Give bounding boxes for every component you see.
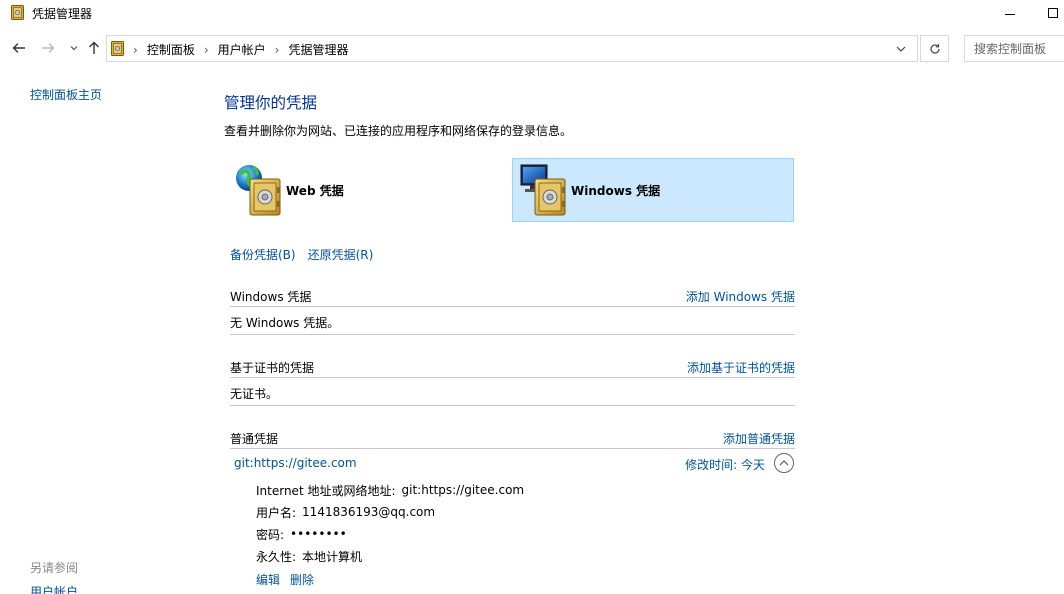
- up-button[interactable]: [84, 38, 104, 58]
- username-label: 用户名:: [256, 505, 297, 520]
- chevron-down-icon: [896, 46, 906, 52]
- arrow-left-icon: [12, 43, 25, 53]
- certificate-credentials-section: 基于证书的凭据 添加基于证书的凭据 无证书。: [230, 356, 795, 406]
- control-panel-home-link[interactable]: 控制面板主页: [30, 86, 102, 103]
- no-windows-credentials-text: 无 Windows 凭据。: [230, 316, 340, 330]
- credential-entry-name[interactable]: git:https://gitee.com: [234, 456, 357, 470]
- certificate-credentials-heading: 基于证书的凭据: [230, 361, 315, 375]
- breadcrumb-control-panel[interactable]: 控制面板: [147, 41, 195, 58]
- add-generic-credential-link[interactable]: 添加普通凭据: [723, 430, 795, 447]
- window-title: 凭据管理器: [32, 7, 93, 21]
- add-certificate-credential-link[interactable]: 添加基于证书的凭据: [687, 359, 795, 376]
- address-value: git:https://gitee.com: [401, 483, 525, 497]
- address-label: Internet 地址或网络地址:: [256, 483, 396, 498]
- password-label: 密码:: [256, 527, 285, 542]
- section-body: 无证书。: [230, 378, 795, 406]
- username-row: 用户名: 1141836193@qq.com: [256, 501, 795, 523]
- address-history-button[interactable]: [891, 40, 911, 58]
- section-header: 基于证书的凭据 添加基于证书的凭据: [230, 356, 795, 378]
- arrow-up-icon: [89, 41, 99, 54]
- arrow-right-icon: [42, 43, 55, 53]
- windows-vault-icon: [519, 161, 569, 219]
- web-vault-icon: [234, 161, 284, 219]
- forward-button[interactable]: [38, 38, 58, 58]
- username-value: 1141836193@qq.com: [302, 505, 436, 519]
- see-also-heading: 另请参阅: [30, 561, 79, 575]
- section-body: 无 Windows 凭据。: [230, 307, 795, 335]
- credential-actions: 编辑 删除: [256, 571, 795, 588]
- address-bar[interactable]: › 控制面板 › 用户帐户 › 凭据管理器: [106, 35, 918, 62]
- no-certificates-text: 无证书。: [230, 387, 279, 401]
- maximize-button[interactable]: [1038, 0, 1064, 26]
- left-sidebar: 控制面板主页 另请参阅 用户帐户: [0, 70, 205, 594]
- minimize-icon: [1005, 13, 1015, 15]
- refresh-icon: [929, 43, 940, 54]
- chevron-right-icon[interactable]: ›: [275, 43, 280, 57]
- section-header: 普通凭据 添加普通凭据: [230, 427, 795, 449]
- chevron-up-icon: [779, 460, 789, 466]
- maximize-icon: [1048, 8, 1058, 18]
- windows-credentials-label: Windows 凭据: [571, 183, 661, 198]
- page-title: 管理你的凭据: [224, 94, 318, 112]
- breadcrumb-user-accounts[interactable]: 用户帐户: [218, 41, 266, 58]
- password-value: ••••••••: [290, 527, 347, 541]
- search-box[interactable]: [964, 35, 1064, 62]
- page-description: 查看并删除你为网站、已连接的应用程序和网络保存的登录信息。: [224, 124, 573, 138]
- generic-credentials-section: 普通凭据 添加普通凭据 git:https://gitee.com 修改时间: …: [230, 427, 795, 588]
- credential-modified-time: 修改时间: 今天: [685, 456, 765, 473]
- delete-credential-link[interactable]: 删除: [290, 571, 314, 588]
- windows-credentials-section: Windows 凭据 添加 Windows 凭据 无 Windows 凭据。: [230, 285, 795, 335]
- persistence-label: 永久性:: [256, 549, 297, 564]
- modified-label: 修改时间:: [685, 458, 738, 472]
- breadcrumb-credential-manager[interactable]: 凭据管理器: [288, 41, 348, 58]
- chevron-right-icon: ›: [133, 42, 138, 57]
- windows-credentials-tab[interactable]: Windows 凭据: [512, 158, 794, 222]
- edit-credential-link[interactable]: 编辑: [256, 571, 280, 588]
- windows-credentials-heading: Windows 凭据: [230, 290, 312, 304]
- chevron-down-icon: [70, 46, 78, 51]
- collapse-entry-button[interactable]: [774, 453, 794, 473]
- generic-credentials-heading: 普通凭据: [230, 432, 279, 446]
- chevron-right-icon[interactable]: ›: [204, 43, 209, 57]
- persistence-value: 本地计算机: [302, 549, 363, 564]
- recent-locations-button[interactable]: [64, 38, 84, 58]
- user-accounts-link[interactable]: 用户帐户: [30, 583, 78, 594]
- persistence-row: 永久性: 本地计算机: [256, 545, 795, 567]
- breadcrumb: › 控制面板 › 用户帐户 › 凭据管理器: [133, 41, 348, 58]
- credential-details: Internet 地址或网络地址: git:https://gitee.com …: [230, 473, 795, 588]
- section-header: Windows 凭据 添加 Windows 凭据: [230, 285, 795, 307]
- web-credentials-tab[interactable]: Web 凭据: [230, 158, 508, 222]
- backup-restore-actions: 备份凭据(B) 还原凭据(R): [230, 246, 373, 263]
- title-bar: 凭据管理器: [0, 0, 1064, 26]
- credential-entry-header[interactable]: git:https://gitee.com 修改时间: 今天: [230, 449, 795, 473]
- credential-manager-icon: [11, 5, 24, 20]
- modified-value: 今天: [740, 458, 765, 472]
- credential-manager-icon: [111, 41, 124, 56]
- web-credentials-label: Web 凭据: [286, 183, 344, 198]
- backup-credentials-link[interactable]: 备份凭据(B): [230, 246, 296, 263]
- restore-credentials-link[interactable]: 还原凭据(R): [308, 246, 374, 263]
- search-input[interactable]: [965, 36, 1064, 61]
- back-button[interactable]: [9, 38, 29, 58]
- navigation-bar: › 控制面板 › 用户帐户 › 凭据管理器: [0, 30, 1064, 66]
- password-row: 密码: ••••••••: [256, 523, 795, 545]
- add-windows-credential-link[interactable]: 添加 Windows 凭据: [686, 288, 795, 305]
- minimize-button[interactable]: [995, 0, 1025, 26]
- refresh-button[interactable]: [920, 35, 949, 62]
- address-row: Internet 地址或网络地址: git:https://gitee.com: [256, 479, 795, 501]
